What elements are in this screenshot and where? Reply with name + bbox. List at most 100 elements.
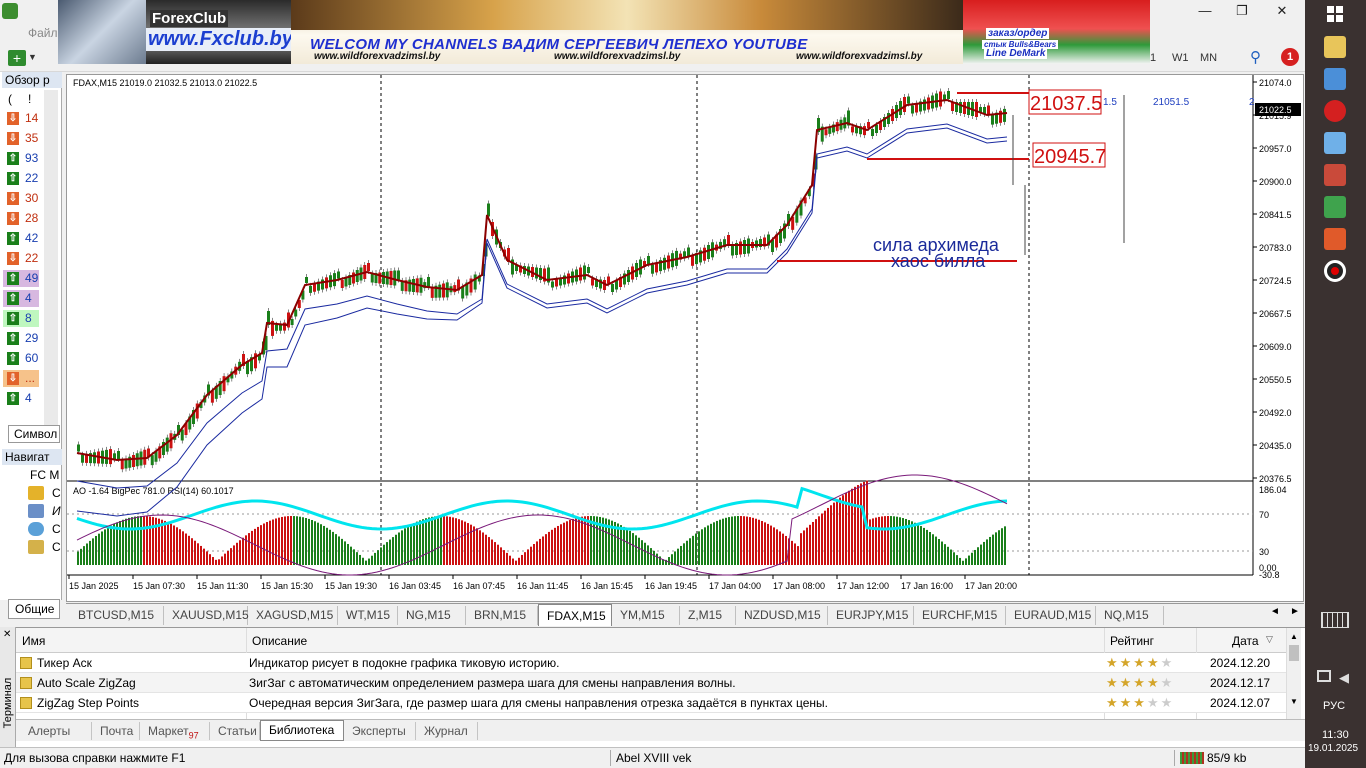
tab-symbol-chart[interactable]: NG,M15 — [398, 606, 466, 625]
keyboard-icon[interactable] — [1321, 612, 1349, 628]
market-watch-row[interactable]: ⇧ 8 — [3, 310, 39, 327]
clock-time[interactable]: 11:30 — [1322, 729, 1349, 741]
chevron-down-icon[interactable]: ▼ — [28, 52, 37, 62]
market-watch-row[interactable]: ⇩ 22 — [3, 250, 39, 267]
ad-banner[interactable]: ForexClub www.Fxclub.by WELCOM MY CHANNE… — [58, 0, 1150, 64]
tab-symbol-chart[interactable]: WT,M15 — [338, 606, 398, 625]
tab-symbol-chart[interactable]: FDAX,M15 — [538, 604, 612, 626]
minimize-button[interactable]: — — [1185, 0, 1225, 22]
close-button[interactable]: ✕ — [1262, 0, 1302, 22]
record-icon[interactable] — [1324, 260, 1346, 282]
market-watch-col2[interactable]: ! — [28, 92, 31, 106]
col-desc-header[interactable]: Описание — [252, 634, 307, 648]
ao-bar — [146, 516, 148, 565]
explorer-icon[interactable] — [1324, 36, 1346, 58]
restore-button[interactable]: ❐ — [1222, 0, 1262, 22]
search-icon[interactable]: ⚲ — [1250, 48, 1261, 66]
tab-terminal[interactable]: Эксперты — [344, 722, 416, 740]
scroll-down-icon[interactable]: ▼ — [1287, 697, 1301, 706]
menu-file[interactable]: Файл — [28, 26, 58, 40]
tab-symbol-chart[interactable]: EURAUD,M15 — [1006, 606, 1096, 625]
col-date-header[interactable]: Дата — [1232, 634, 1259, 648]
tab-symbol-chart[interactable]: BTCUSD,M15 — [70, 606, 164, 625]
paint-icon[interactable] — [1324, 132, 1346, 154]
market-watch-row[interactable]: ⇧ 4 — [3, 290, 39, 307]
market-watch-scrollbar[interactable] — [44, 90, 58, 430]
tab-symbol-chart[interactable]: EURCHF,M15 — [914, 606, 1006, 625]
tab-symbol-chart[interactable]: NQ,M15 — [1096, 606, 1164, 625]
terminal-close-icon[interactable]: ✕ — [3, 629, 11, 640]
table-row[interactable]: ZigZag Step Points Очередная версия ЗигЗа… — [16, 693, 1286, 713]
market-watch-value: 28 — [25, 211, 39, 225]
table-row[interactable]: Auto Scale ZigZag ЗигЗаг с автоматическим… — [16, 673, 1286, 693]
tab-terminal[interactable]: Почта — [92, 722, 140, 740]
col-name-header[interactable]: Имя — [22, 634, 45, 648]
market-watch-row[interactable]: ⇩ 28 — [3, 210, 39, 227]
tab-general[interactable]: Общие — [8, 599, 60, 619]
windows-start-icon[interactable] — [1327, 6, 1343, 22]
network-icon[interactable] — [1317, 670, 1331, 682]
market-watch-row[interactable]: ⇧ 29 — [3, 330, 39, 347]
ao-bar — [746, 516, 748, 565]
market-watch-row[interactable]: ⇩ 30 — [3, 190, 39, 207]
tab-symbol-chart[interactable]: BRN,M15 — [466, 606, 538, 625]
navigator-item-2[interactable]: И — [52, 504, 61, 518]
terminal-scrollbar[interactable]: ▲ ▼ — [1286, 628, 1301, 720]
tab-symbol[interactable]: Символ — [8, 425, 60, 443]
tab-terminal[interactable]: Алерты — [20, 722, 92, 740]
ao-bar — [110, 525, 112, 565]
navigator-item-4[interactable]: С — [52, 540, 61, 554]
market-watch-row[interactable]: ⇧ 4 — [3, 390, 39, 407]
opera-icon[interactable] — [1324, 100, 1346, 122]
market-watch-row[interactable]: ⇧ 49 — [3, 270, 39, 287]
market-watch-row[interactable]: ⇧ 60 — [3, 350, 39, 367]
calculator-icon[interactable] — [1324, 196, 1346, 218]
tab-symbol-chart[interactable]: NZDUSD,M15 — [736, 606, 828, 625]
table-row[interactable]: Тикер Аск Индикатор рисует в подокне граф… — [16, 653, 1286, 673]
speaker-icon[interactable] — [1324, 164, 1346, 186]
navigator-item-3[interactable]: С — [52, 522, 61, 536]
control-panel-icon[interactable] — [1324, 68, 1346, 90]
tab-terminal[interactable]: Маркет97 — [140, 722, 210, 740]
status-profile[interactable]: Abel XVIII vek — [616, 748, 691, 768]
ao-bar — [485, 534, 487, 565]
timeframe-partial[interactable]: 1 — [1150, 52, 1156, 64]
navigator-item-1[interactable]: С — [52, 486, 61, 500]
navigator-root[interactable]: FC M — [30, 468, 59, 482]
timeframe-w1[interactable]: W1 — [1172, 52, 1189, 64]
terminal-sidebar[interactable]: ✕ Терминал — [0, 627, 16, 747]
tab-symbol-chart[interactable]: EURJPY,M15 — [828, 606, 914, 625]
market-watch-row[interactable]: ⇩ 35 — [3, 130, 39, 147]
candle — [987, 105, 990, 115]
tab-terminal[interactable]: Библиотека — [260, 720, 344, 741]
notification-badge[interactable]: 1 — [1281, 48, 1299, 66]
tab-symbol-chart[interactable]: YM,M15 — [612, 606, 680, 625]
price-chart[interactable]: 21074.021015.920957.020900.020841.520783… — [67, 75, 1303, 601]
market-watch-col1[interactable]: ( — [8, 92, 12, 106]
col-rating-header[interactable]: Рейтинг — [1110, 634, 1154, 648]
tabs-scroll-right[interactable]: ► — [1290, 606, 1300, 617]
scroll-thumb[interactable] — [1289, 645, 1299, 661]
metatrader-icon[interactable] — [1324, 228, 1346, 250]
tab-terminal[interactable]: Статьи — [210, 722, 260, 740]
timeframe-mn[interactable]: MN — [1200, 52, 1217, 64]
candle — [743, 240, 746, 254]
language-indicator[interactable]: РУС — [1323, 700, 1345, 712]
tab-symbol-chart[interactable]: Z,M15 — [680, 606, 736, 625]
market-watch-row[interactable]: ⇩... — [3, 370, 39, 387]
ao-bar — [740, 516, 742, 565]
tabs-scroll-left[interactable]: ◄ — [1270, 606, 1280, 617]
tab-terminal[interactable]: Журнал — [416, 722, 478, 740]
tab-symbol-chart[interactable]: XAUUSD,M15 — [164, 606, 249, 625]
clock-date[interactable]: 19.01.2025 — [1308, 743, 1358, 754]
chart-window[interactable]: 21074.021015.920957.020900.020841.520783… — [66, 74, 1304, 602]
market-watch-row[interactable]: ⇧ 93 — [3, 150, 39, 167]
tab-symbol-chart[interactable]: XAGUSD,M15 — [248, 606, 338, 625]
app-icon[interactable] — [2, 3, 18, 19]
market-watch-row[interactable]: ⇧ 22 — [3, 170, 39, 187]
new-chart-button[interactable]: + — [8, 50, 26, 66]
scroll-up-icon[interactable]: ▲ — [1287, 632, 1301, 641]
volume-icon[interactable]: ◀ — [1339, 670, 1349, 686]
market-watch-row[interactable]: ⇩ 14 — [3, 110, 39, 127]
market-watch-row[interactable]: ⇧ 42 — [3, 230, 39, 247]
